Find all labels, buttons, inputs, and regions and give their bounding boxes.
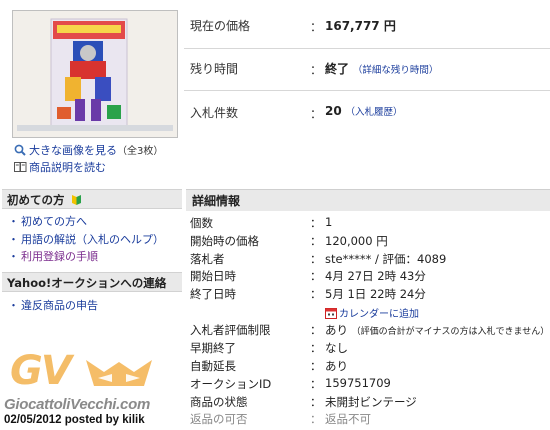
bid-count-number: 20 xyxy=(325,104,342,118)
image-count: （全3枚） xyxy=(117,146,164,157)
colon: ： xyxy=(310,377,322,391)
detail-value-bidder-rating-limit: あり （評価の合計がマイナスの方は入札できません） xyxy=(325,322,549,338)
view-large-image-label: 大きな画像を見る xyxy=(29,144,117,157)
detail-label-start-time: 開始日時 xyxy=(190,269,236,283)
watermark-robot-head-icon xyxy=(84,356,154,398)
detail-value-condition: 未開封ビンテージ xyxy=(325,395,417,409)
colon: ： xyxy=(310,252,322,266)
colon: ： xyxy=(310,341,322,355)
time-left-status: 終了 xyxy=(325,62,350,76)
detail-label-end-time: 終了日時 xyxy=(190,287,236,301)
sidebar-item-label: 初めての方へ xyxy=(21,215,87,228)
colon: ： xyxy=(310,395,322,409)
time-left-detail-link[interactable]: （詳細な残り時間） xyxy=(353,65,439,76)
sidebar-item-label: 違反商品の申告 xyxy=(21,299,98,312)
book-icon xyxy=(14,161,27,173)
detail-value-early-end: なし xyxy=(325,341,348,355)
sidebar-item-registration[interactable]: ・利用登録の手順 xyxy=(8,248,98,264)
current-price: 167,777 円 xyxy=(325,19,396,33)
detail-value-end-time: 5月 1日 22時 24分 xyxy=(325,287,426,301)
watermark-logo-text: GV xyxy=(10,348,72,394)
detail-value-quantity: 1 xyxy=(325,215,333,229)
contact-section-heading: Yahoo!オークションへの連絡 xyxy=(2,272,182,292)
calendar-icon xyxy=(325,307,337,322)
colon: ： xyxy=(310,63,323,77)
colon: ： xyxy=(310,287,322,301)
detail-label-bidder-rating-limit: 入札者評価制限 xyxy=(190,323,271,337)
product-thumbnail[interactable] xyxy=(12,10,178,138)
colon: ： xyxy=(310,359,322,373)
watermark-site: GiocattoliVecchi.com xyxy=(4,396,150,413)
sidebar-item-beginners[interactable]: ・初めての方へ xyxy=(8,213,87,229)
sidebar-item-label: 利用登録の手順 xyxy=(21,250,98,263)
product-photo xyxy=(13,11,177,137)
detail-heading-text: 詳細情報 xyxy=(192,194,241,208)
bid-history-link[interactable]: （入札履歴） xyxy=(346,107,403,118)
colon: ： xyxy=(310,234,322,248)
read-description-link[interactable]: 商品説明を読む xyxy=(14,159,106,175)
colon: ： xyxy=(310,216,322,230)
detail-value-returns: 返品不可 xyxy=(325,412,371,426)
detail-label-early-end: 早期終了 xyxy=(190,341,236,355)
detail-value-start-time: 4月 27日 2時 43分 xyxy=(325,269,426,283)
colon: ： xyxy=(310,269,322,283)
detail-label-returns: 返品の可否 xyxy=(190,412,248,426)
bid-count-label: 入札件数 xyxy=(190,106,239,120)
sidebar-item-glossary[interactable]: ・用語の解説（入札のヘルプ） xyxy=(8,231,164,247)
sidebar-item-label: 用語の解説（入札のヘルプ） xyxy=(21,233,164,246)
add-to-calendar-link[interactable]: カレンダーに追加 xyxy=(325,305,419,322)
colon: ： xyxy=(310,20,323,34)
read-description-label: 商品説明を読む xyxy=(29,161,106,174)
detail-value-auto-extend: あり xyxy=(325,359,348,373)
sidebar-item-report[interactable]: ・違反商品の申告 xyxy=(8,297,98,313)
beginner-leaf-icon xyxy=(71,192,82,212)
beginner-heading-text: 初めての方 xyxy=(7,193,65,207)
contact-heading-text: Yahoo!オークションへの連絡 xyxy=(7,276,167,290)
detail-value-winner[interactable]: ste***** / 評価：4089 xyxy=(325,251,446,267)
detail-label-auction-id: オークションID xyxy=(190,377,272,391)
time-left-label: 残り時間 xyxy=(190,62,239,76)
detail-label-quantity: 個数 xyxy=(190,216,213,230)
add-to-calendar-label: カレンダーに追加 xyxy=(339,309,419,320)
detail-label-start-price: 開始時の価格 xyxy=(190,234,259,248)
colon: ： xyxy=(310,323,322,337)
detail-section-heading: 詳細情報 xyxy=(186,189,550,211)
rating-limit-value: あり xyxy=(325,323,348,337)
colon: ： xyxy=(310,107,323,121)
beginner-section-heading: 初めての方 xyxy=(2,189,182,209)
price-label: 現在の価格 xyxy=(190,19,251,33)
detail-value-start-price: 120,000 円 xyxy=(325,234,388,248)
watermark-date-line: 02/05/2012 posted by kilik xyxy=(4,414,145,426)
detail-value-auction-id: 159751709 xyxy=(325,376,391,390)
detail-label-auto-extend: 自動延長 xyxy=(190,359,236,373)
colon: ： xyxy=(310,412,322,426)
view-large-image-link[interactable]: 大きな画像を見る（全3枚） xyxy=(14,142,163,158)
detail-label-condition: 商品の状態 xyxy=(190,395,248,409)
rating-limit-note: （評価の合計がマイナスの方は入札できません） xyxy=(351,327,550,337)
bid-count-value: 20 （入札履歴） xyxy=(325,104,403,118)
magnifier-icon xyxy=(14,144,26,156)
time-left-value: 終了 （詳細な残り時間） xyxy=(325,60,438,77)
detail-label-winner: 落札者 xyxy=(190,252,225,266)
